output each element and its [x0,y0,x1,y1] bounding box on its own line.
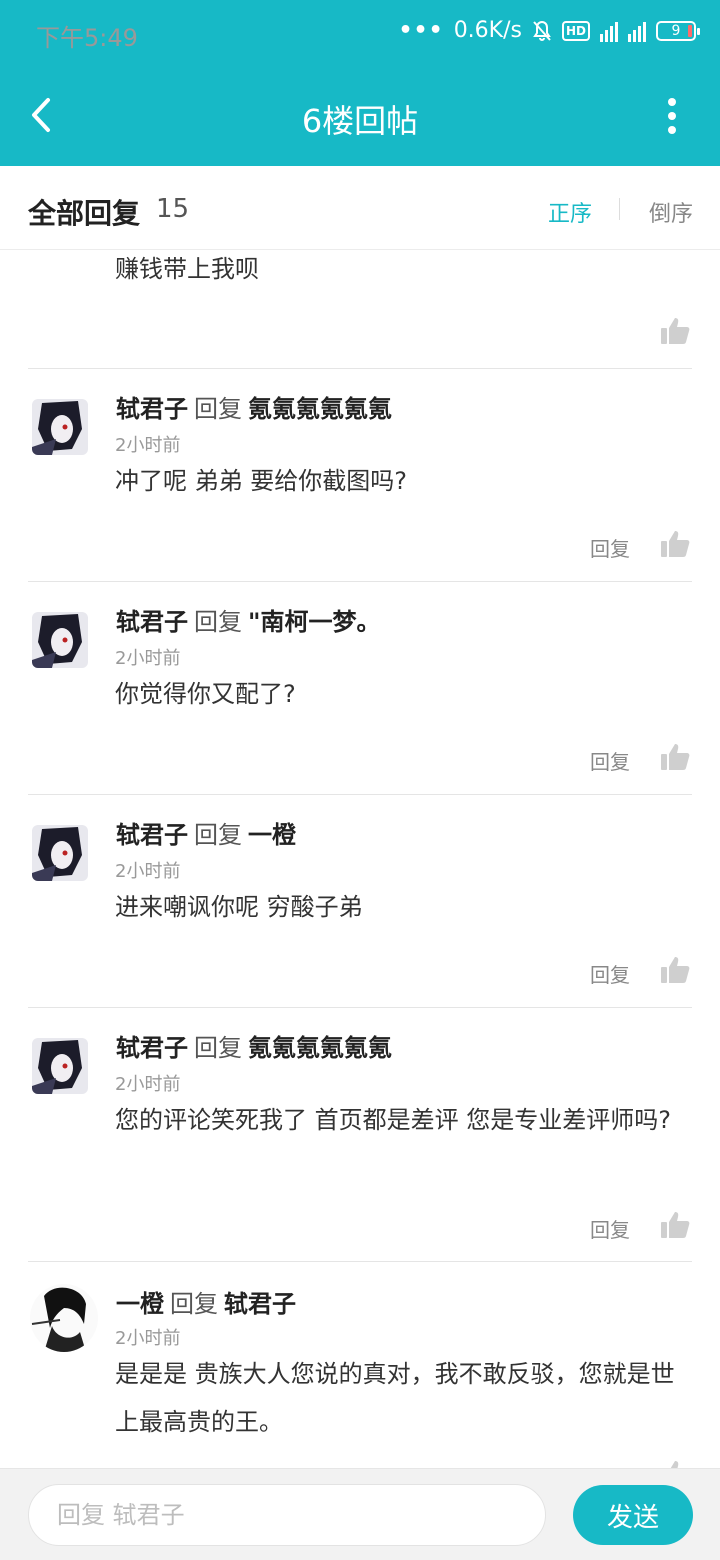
reply-time: 2小时前 [115,1074,181,1095]
reply-target[interactable]: 轼君子 [224,1290,296,1318]
author-name[interactable]: 轼君子 [116,395,188,423]
thumbs-up-icon[interactable] [660,1211,690,1239]
reply-author-line: 轼君子 回复 "南柯一梦。 [116,602,381,637]
app-bar: 6楼回帖 [0,66,720,166]
reply-item: 轼君子 回复 一橙 2小时前 进来嘲讽你呢 穷酸子弟 回复 [0,795,720,1007]
mute-bell-icon [533,20,551,41]
reply-item: 轼君子 回复 氪氪氪氪氪氪 2小时前 冲了呢 弟弟 要给你截图吗? 回复 [0,369,720,581]
status-bar: 下午5:49 ••• 0.6K/s HD 9 [0,0,720,66]
reply-author-line: 一橙 回复 轼君子 [116,1284,296,1319]
reply-button[interactable]: 回复 [590,1214,630,1243]
reply-content: 进来嘲讽你呢 穷酸子弟 [115,893,363,921]
thumbs-up-icon[interactable] [660,956,690,984]
status-time: 下午5:49 [36,24,138,52]
signal-icon-2 [628,20,646,42]
thumbs-up-icon[interactable] [660,317,690,345]
reply-word: 回复 [194,608,242,636]
top-bar: 下午5:49 ••• 0.6K/s HD 9 6楼回帖 [0,0,720,166]
reply-time: 2小时前 [115,435,181,456]
battery-level-text: 9 [671,22,681,39]
sort-divider [619,198,620,220]
author-name[interactable]: 一橙 [116,1290,164,1318]
reply-input[interactable] [28,1484,546,1546]
sort-ascending-tab[interactable]: 正序 [548,196,592,228]
network-speed: 0.6K/s [453,18,522,43]
more-options-icon[interactable] [660,98,684,134]
avatar[interactable] [32,399,88,455]
reply-target[interactable]: "南柯一梦。 [248,608,381,636]
replies-header: 全部回复 15 正序 倒序 [0,166,720,250]
reply-item: 轼君子 回复 氪氪氪氪氪氪 2小时前 您的评论笑死我了 首页都是差评 您是专业差评师… [0,1008,720,1261]
reply-content: 赚钱带上我呗 [115,255,259,283]
avatar[interactable] [32,1038,88,1094]
thumbs-up-icon[interactable] [660,530,690,558]
reply-content: 是是是 贵族大人您说的真对，我不敢反驳，您就是世上最高贵的王。 [115,1360,675,1436]
reply-author-line: 轼君子 回复 一橙 [116,815,296,850]
reply-button[interactable]: 回复 [590,959,630,988]
page-title: 6楼回帖 [301,102,419,140]
reply-time: 2小时前 [115,861,181,882]
status-indicators: ••• 0.6K/s HD 9 [398,18,700,43]
reply-content: 冲了呢 弟弟 要给你截图吗? [115,467,407,495]
author-name[interactable]: 轼君子 [116,608,188,636]
reply-content: 您的评论笑死我了 首页都是差评 您是专业差评师吗? [115,1106,671,1134]
more-notifications-icon: ••• [398,18,444,43]
page: 下午5:49 ••• 0.6K/s HD 9 6楼回帖 全部回复 15 正序 倒… [0,0,720,1560]
reply-author-line: 轼君子 回复 氪氪氪氪氪氪 [116,1028,392,1063]
hd-voice-icon: HD [561,20,590,41]
reply-item: 一橙 回复 轼君子 2小时前 是是是 贵族大人您说的真对，我不敢反驳，您就是世上最高… [0,1262,720,1468]
reply-word: 回复 [194,821,242,849]
reply-item: 轼君子 回复 "南柯一梦。 2小时前 你觉得你又配了? 回复 [0,582,720,794]
author-name[interactable]: 轼君子 [116,1034,188,1062]
reply-word: 回复 [194,395,242,423]
reply-time: 2小时前 [115,1328,181,1349]
reply-content: 你觉得你又配了? [115,680,296,708]
reply-target[interactable]: 氪氪氪氪氪氪 [248,395,392,423]
reply-button[interactable]: 回复 [590,746,630,775]
sort-descending-tab[interactable]: 倒序 [649,196,693,228]
reply-time: 2小时前 [115,648,181,669]
avatar[interactable] [30,1284,98,1352]
author-name[interactable]: 轼君子 [116,821,188,849]
reply-list[interactable]: 赚钱带上我呗 轼君子 回复 氪氪氪氪氪氪 2小时前 冲了呢 弟弟 要给你截图吗? 回… [0,251,720,1468]
reply-target[interactable]: 一橙 [248,821,296,849]
reply-target[interactable]: 氪氪氪氪氪氪 [248,1034,392,1062]
reply-item: 赚钱带上我呗 [0,251,720,369]
thumbs-up-icon[interactable] [660,1460,690,1468]
reply-author-line: 轼君子 回复 氪氪氪氪氪氪 [116,389,392,424]
send-button[interactable]: 发送 [573,1485,693,1545]
replies-count: 15 [156,194,190,224]
avatar[interactable] [32,825,88,881]
replies-header-title: 全部回复 [28,197,141,230]
avatar[interactable] [32,612,88,668]
reply-word: 回复 [194,1034,242,1062]
reply-button[interactable]: 回复 [590,533,630,562]
battery-icon: 9 [656,20,700,41]
signal-icon-1 [600,20,618,42]
reply-word: 回复 [170,1290,218,1318]
reply-bar: 发送 [0,1468,720,1560]
thumbs-up-icon[interactable] [660,743,690,771]
